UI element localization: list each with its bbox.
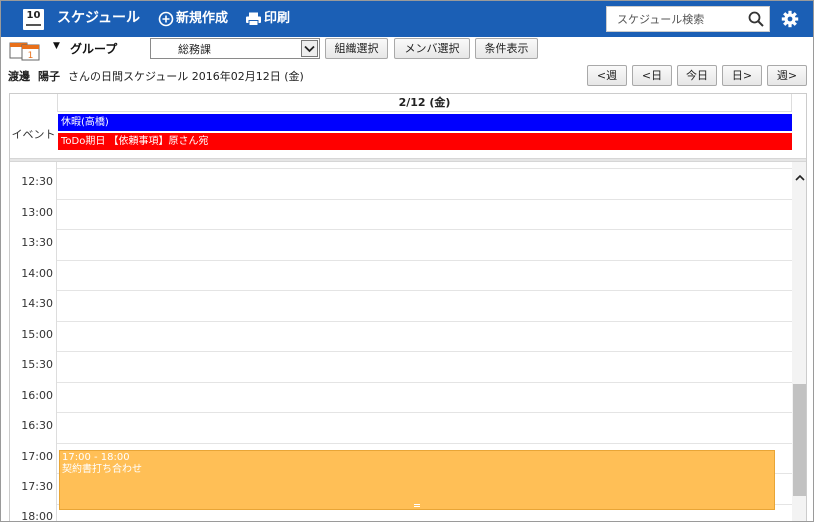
appointment-block[interactable]: 17:00 - 18:00 契約書打ち合わせ: [59, 450, 775, 510]
group-select[interactable]: 総務課: [150, 38, 320, 59]
member-select-button[interactable]: メンバ選択: [394, 38, 470, 59]
appointment-time: 17:00 - 18:00: [62, 452, 130, 463]
time-label: 17:30: [21, 480, 53, 493]
time-label: 12:30: [21, 175, 53, 188]
time-column: 12:30 13:00 13:30 14:00 14:30 15:00 15:3…: [10, 162, 57, 522]
appointment-title: 契約書打ち合わせ: [62, 464, 142, 475]
schedule-search: [606, 6, 770, 32]
new-schedule-button[interactable]: 新規作成: [158, 9, 228, 29]
group-select-value: 総務課: [178, 43, 211, 56]
app-title[interactable]: スケジュール: [57, 9, 140, 27]
time-label: 13:00: [21, 206, 53, 219]
today-button[interactable]: 今日: [677, 65, 717, 86]
date-header[interactable]: 2/12 (金): [57, 94, 792, 112]
event-vacation[interactable]: 休暇(高橋): [58, 114, 792, 131]
calendar-app-icon[interactable]: 10: [23, 9, 44, 30]
event-todo-due[interactable]: ToDo期日 【依頼事項】原さん宛: [58, 133, 792, 150]
next-week-button[interactable]: 週>: [767, 65, 807, 86]
time-label: 16:00: [21, 389, 53, 402]
chevron-down-icon[interactable]: [301, 40, 318, 57]
group-label: グループ: [70, 42, 118, 56]
vertical-scrollbar[interactable]: [792, 162, 806, 521]
print-label: 印刷: [264, 11, 291, 26]
owner-first-name: 陽子: [38, 70, 60, 83]
time-label: 14:30: [21, 297, 53, 310]
time-label: 16:30: [21, 419, 53, 432]
owner-last-name: 渡邊: [8, 70, 30, 83]
event-row-label: イベント: [11, 128, 56, 141]
prev-week-button[interactable]: <週: [587, 65, 627, 86]
time-label: 18:00: [21, 510, 53, 522]
org-select-button[interactable]: 組織選択: [325, 38, 388, 59]
time-label: 13:30: [21, 236, 53, 249]
time-grid[interactable]: 12:30 13:00 13:30 14:00 14:30 15:00 15:3…: [10, 162, 792, 522]
schedule-window: 10 スケジュール 新規作成 印刷 スケジュール検索 1 ▼ グループ 総務課 …: [0, 0, 814, 522]
new-schedule-label: 新規作成: [176, 11, 229, 26]
page-title: さんの日間スケジュール 2016年02月12日 (金): [68, 70, 304, 83]
group-calendar-icon[interactable]: 1: [9, 39, 43, 61]
time-label: 15:00: [21, 328, 53, 341]
gear-icon[interactable]: [781, 10, 799, 28]
svg-text:1: 1: [28, 51, 34, 61]
schedule-search-input[interactable]: [607, 7, 745, 31]
time-label: 17:00: [21, 450, 53, 463]
time-label: 15:30: [21, 358, 53, 371]
group-menu-caret-icon[interactable]: ▼: [53, 41, 60, 51]
print-button[interactable]: 印刷: [245, 9, 290, 29]
app-icon-number: 10: [26, 10, 41, 21]
printer-icon: [246, 12, 261, 26]
resize-handle-icon[interactable]: [414, 504, 420, 507]
scrollbar-thumb[interactable]: [793, 384, 806, 496]
day-calendar: 2/12 (金) イベント 休暇(高橋) ToDo期日 【依頼事項】原さん宛 1…: [9, 93, 807, 522]
app-header: 10 スケジュール 新規作成 印刷: [1, 1, 813, 37]
scroll-up-icon[interactable]: [792, 170, 806, 184]
time-label: 14:00: [21, 267, 53, 280]
condition-display-button[interactable]: 条件表示: [475, 38, 538, 59]
prev-day-button[interactable]: <日: [632, 65, 672, 86]
plus-circle-icon: [158, 11, 174, 27]
next-day-button[interactable]: 日>: [722, 65, 762, 86]
search-icon[interactable]: [747, 10, 765, 28]
